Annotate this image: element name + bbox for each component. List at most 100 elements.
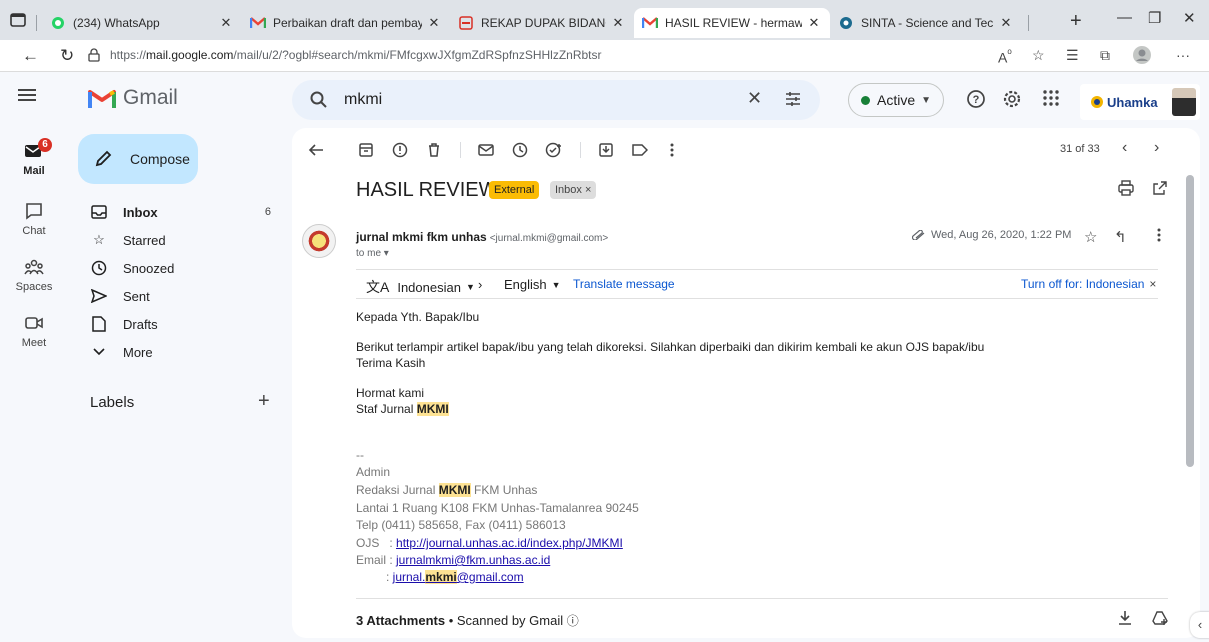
back-to-search-icon[interactable] bbox=[306, 140, 326, 160]
toolbar-divider bbox=[580, 142, 581, 158]
tab-sinta[interactable]: SINTA - Science and Technolo ✕ bbox=[830, 8, 1022, 38]
status-dropdown[interactable]: Active ▼ bbox=[848, 83, 944, 117]
star-icon[interactable]: ☆ bbox=[1084, 228, 1097, 246]
read-aloud-icon[interactable]: Aᵒ bbox=[998, 47, 1012, 66]
search-icon[interactable] bbox=[310, 91, 328, 109]
favorite-icon[interactable]: ☆ bbox=[1032, 47, 1045, 64]
move-to-icon[interactable] bbox=[596, 140, 616, 160]
report-spam-icon[interactable] bbox=[390, 140, 410, 160]
url-field[interactable]: https://mail.google.com/mail/u/2/?ogbl#s… bbox=[110, 48, 602, 62]
message-date: Wed, Aug 26, 2020, 1:22 PM bbox=[912, 229, 1071, 241]
favorites-bar-icon[interactable]: ☰ bbox=[1066, 47, 1079, 64]
gmail-logo[interactable]: Gmail bbox=[88, 86, 178, 110]
close-tab-icon[interactable]: ✕ bbox=[610, 15, 626, 31]
download-all-icon[interactable] bbox=[1118, 610, 1132, 626]
tab-whatsapp[interactable]: (234) WhatsApp ✕ bbox=[42, 8, 242, 38]
rail-item-spaces[interactable]: Spaces bbox=[0, 256, 68, 293]
search-bar[interactable]: mkmi ✕ bbox=[292, 80, 820, 120]
turn-off-translation-link[interactable]: Turn off for: Indonesian × bbox=[1021, 277, 1156, 291]
back-icon[interactable]: ← bbox=[22, 46, 39, 66]
delete-icon[interactable] bbox=[424, 140, 444, 160]
close-tab-icon[interactable]: ✕ bbox=[998, 15, 1014, 31]
rail-item-chat[interactable]: Chat bbox=[0, 200, 68, 237]
sidebar-item-inbox[interactable]: Inbox 6 bbox=[68, 198, 288, 226]
profile-icon[interactable] bbox=[1133, 46, 1151, 64]
chevron-down-icon: ▼ bbox=[465, 282, 475, 292]
minimize-icon[interactable]: — bbox=[1117, 9, 1132, 26]
reply-icon[interactable]: ↰ bbox=[1114, 228, 1127, 246]
search-options-icon[interactable] bbox=[784, 90, 802, 108]
paperclip-icon bbox=[912, 230, 931, 240]
tab-perbaikan-draft[interactable]: Perbaikan draft dan pembaya ✕ bbox=[242, 8, 450, 38]
archive-icon[interactable] bbox=[356, 140, 376, 160]
tab-label: SINTA - Science and Technolo bbox=[861, 16, 994, 30]
email-link-gmail[interactable]: jurnal.mkmi@gmail.com bbox=[393, 570, 524, 584]
close-tab-icon[interactable]: ✕ bbox=[218, 15, 234, 31]
message-scrollbar[interactable] bbox=[1186, 175, 1194, 467]
sidebar-item-label: Starred bbox=[123, 232, 166, 248]
email-link-fkm[interactable]: jurnalmkmi@fkm.unhas.ac.id bbox=[396, 553, 550, 567]
remove-label-icon[interactable]: × bbox=[585, 184, 591, 196]
close-icon[interactable]: × bbox=[1149, 277, 1156, 291]
account-switcher[interactable]: Uhamka bbox=[1080, 84, 1200, 120]
collections-icon[interactable]: ⧉ bbox=[1100, 47, 1110, 64]
more-menu-icon[interactable]: ··· bbox=[1176, 47, 1190, 63]
side-panel-toggle[interactable]: ‹ bbox=[1190, 612, 1209, 638]
sender-avatar[interactable] bbox=[302, 224, 336, 258]
chevron-down-icon: ▼ bbox=[921, 94, 932, 106]
new-tab-button[interactable]: + bbox=[1070, 10, 1082, 33]
restore-icon[interactable]: ❐ bbox=[1148, 9, 1161, 27]
newer-chevron-icon[interactable]: ‹ bbox=[1122, 139, 1127, 157]
snooze-icon[interactable] bbox=[510, 140, 530, 160]
refresh-icon[interactable]: ↻ bbox=[60, 46, 74, 66]
apps-grid-icon[interactable] bbox=[1042, 89, 1060, 107]
main-menu-icon[interactable] bbox=[18, 88, 36, 102]
sidebar-item-starred[interactable]: ☆ Starred bbox=[68, 226, 288, 254]
search-input[interactable]: mkmi bbox=[344, 91, 382, 109]
help-icon[interactable]: ? bbox=[966, 89, 986, 109]
rail-item-mail[interactable]: 6 Mail bbox=[0, 138, 68, 177]
close-tab-icon[interactable]: ✕ bbox=[806, 15, 822, 31]
tab-actions-icon[interactable] bbox=[8, 11, 28, 29]
tab-hasil-review[interactable]: HASIL REVIEW - hermawan.sa ✕ bbox=[634, 8, 830, 38]
translate-message-link[interactable]: Translate message bbox=[573, 277, 675, 291]
more-message-options-icon[interactable] bbox=[1157, 228, 1161, 242]
source-language-select[interactable]: 文A Indonesian ▼ bbox=[366, 277, 475, 297]
body-closing: Hormat kami bbox=[356, 386, 425, 400]
status-label: Active bbox=[877, 92, 916, 108]
sidebar-item-sent[interactable]: Sent bbox=[68, 282, 288, 310]
rail-label: Chat bbox=[22, 225, 46, 237]
site-info-icon[interactable] bbox=[88, 48, 100, 62]
sidebar-item-drafts[interactable]: Drafts bbox=[68, 310, 288, 338]
sidebar-item-snoozed[interactable]: Snoozed bbox=[68, 254, 288, 282]
add-label-button[interactable]: + bbox=[258, 390, 270, 413]
address-bar: ← ↻ https://mail.google.com/mail/u/2/?og… bbox=[0, 40, 1209, 72]
translate-icon: 文A bbox=[366, 279, 390, 295]
older-chevron-icon[interactable]: › bbox=[1154, 139, 1159, 157]
target-language-select[interactable]: English ▼ bbox=[504, 277, 561, 292]
sender-name[interactable]: jurnal mkmi fkm unhas <jurnal.mkmi@gmail.… bbox=[356, 230, 608, 244]
inbox-label-chip[interactable]: Inbox × bbox=[550, 181, 597, 199]
sidebar-item-more[interactable]: More bbox=[68, 338, 288, 366]
ojs-link[interactable]: http://journal.unhas.ac.id/index.php/JMK… bbox=[396, 536, 623, 550]
print-icon[interactable] bbox=[1118, 180, 1134, 196]
tab-rekap-dupak[interactable]: REKAP DUPAK BIDANG B _ LL ✕ bbox=[450, 8, 634, 38]
label-tag-icon[interactable] bbox=[630, 140, 650, 160]
active-status-dot bbox=[861, 95, 870, 105]
settings-gear-icon[interactable] bbox=[1002, 89, 1022, 109]
info-icon[interactable]: ⓘ bbox=[567, 614, 579, 628]
mail-sidebar: Compose Inbox 6 ☆ Starred Snoozed Sent D… bbox=[68, 128, 288, 642]
chevron-down-icon bbox=[90, 348, 108, 356]
mark-unread-icon[interactable] bbox=[476, 140, 496, 160]
close-window-icon[interactable]: ✕ bbox=[1183, 9, 1196, 27]
add-to-drive-icon[interactable] bbox=[1152, 610, 1168, 626]
more-options-icon[interactable] bbox=[662, 140, 682, 160]
rail-item-meet[interactable]: Meet bbox=[0, 312, 68, 349]
close-tab-icon[interactable]: ✕ bbox=[426, 15, 442, 31]
compose-button[interactable]: Compose bbox=[78, 134, 198, 184]
open-in-new-window-icon[interactable] bbox=[1152, 180, 1168, 196]
clear-search-icon[interactable]: ✕ bbox=[747, 88, 762, 109]
recipient-details[interactable]: to me ▾ bbox=[356, 248, 389, 259]
add-task-icon[interactable] bbox=[544, 140, 564, 160]
whatsapp-icon bbox=[50, 15, 66, 31]
